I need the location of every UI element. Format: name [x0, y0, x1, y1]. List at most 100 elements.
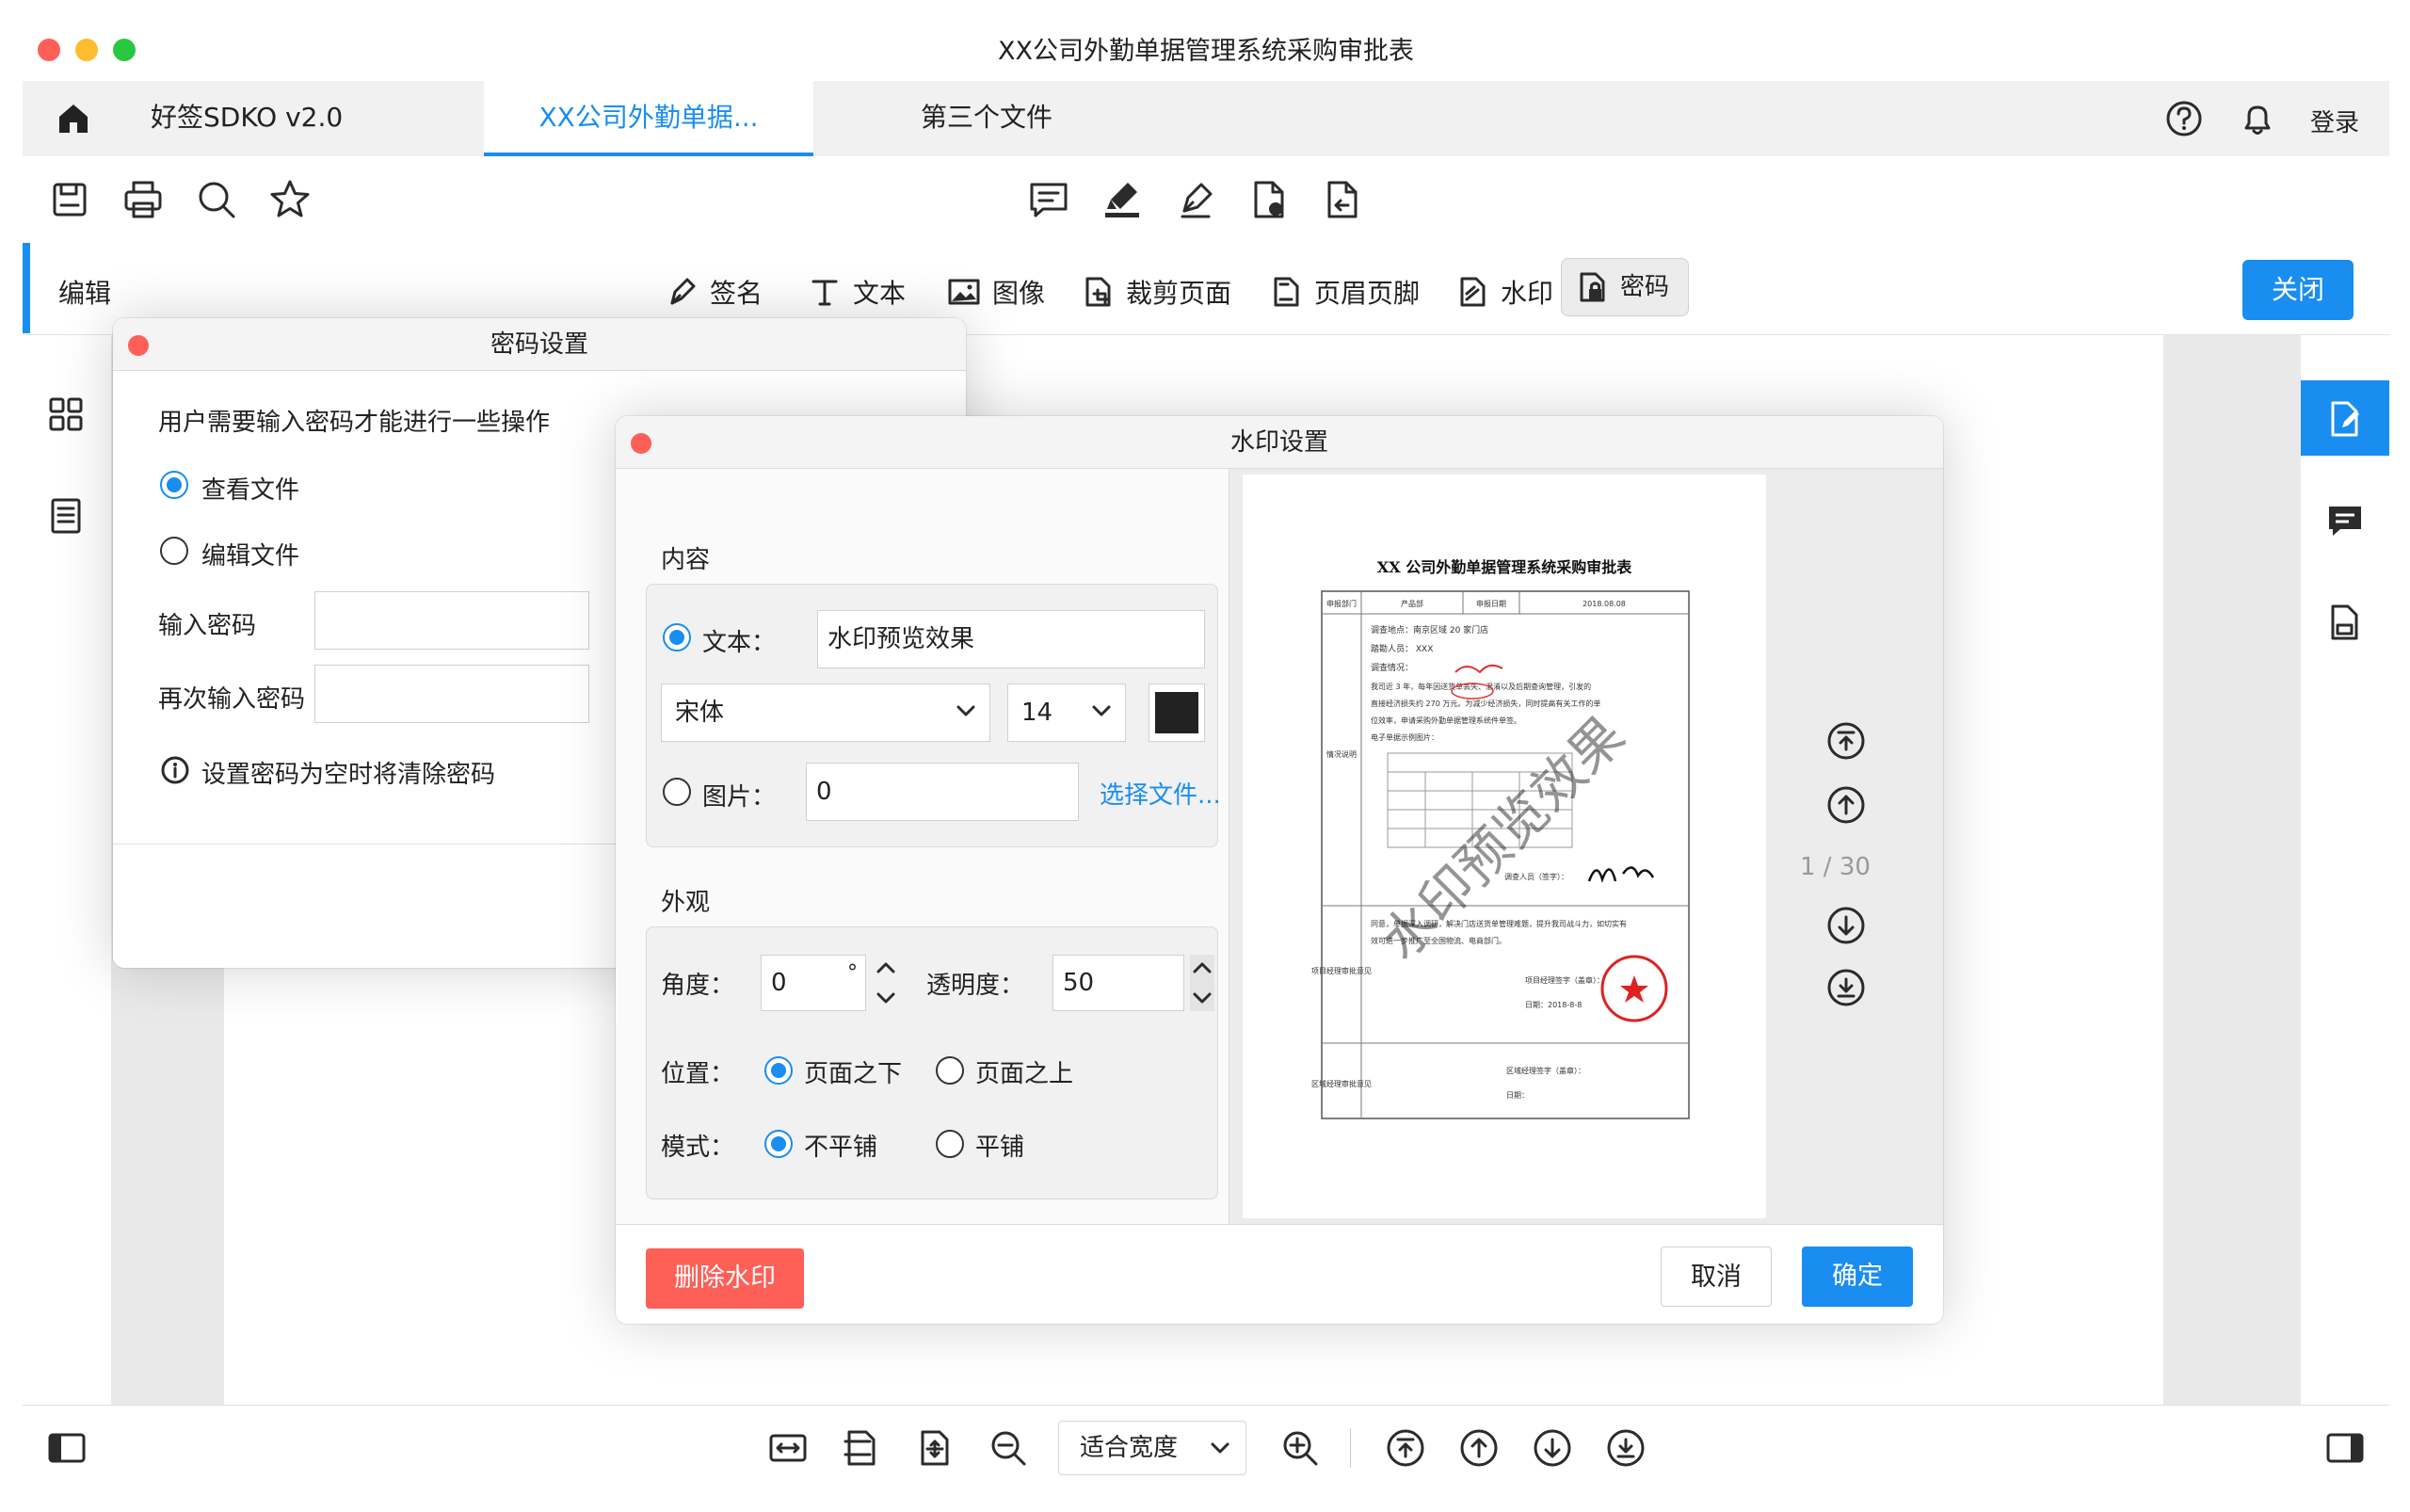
angle-label: 角度：	[661, 972, 735, 1000]
tab-document-3[interactable]: 第三个文件	[921, 81, 1128, 156]
highlighter-icon[interactable]	[1100, 177, 1145, 222]
font-size-value: 14	[1021, 699, 1053, 727]
crop-page-icon	[1081, 275, 1115, 309]
position-above-radio[interactable]	[936, 1056, 964, 1085]
font-size-select[interactable]: 14	[1007, 684, 1126, 742]
watermark-text-input[interactable]: 水印预览效果	[817, 610, 1205, 668]
watermark-dialog-title: 水印设置	[616, 416, 1943, 469]
edit-file-radio[interactable]	[160, 537, 188, 565]
tool-header-footer[interactable]: 页眉页脚	[1256, 258, 1433, 326]
zoom-out-icon[interactable]	[988, 1428, 1028, 1468]
image-watermark-radio[interactable]	[663, 778, 691, 806]
view-file-radio[interactable]	[160, 471, 188, 499]
previous-page-icon[interactable]	[1459, 1428, 1499, 1468]
color-picker[interactable]	[1149, 684, 1205, 742]
chevron-down-icon	[1210, 1440, 1230, 1456]
tool-signature[interactable]: 签名	[651, 258, 776, 326]
tool-password[interactable]: 密码	[1561, 258, 1689, 316]
angle-stepper[interactable]	[874, 955, 898, 1011]
print-icon[interactable]	[120, 177, 166, 222]
preview-line: 日期：	[1506, 1091, 1529, 1100]
opacity-label: 透明度：	[926, 972, 1025, 1000]
tool-watermark[interactable]: 水印	[1442, 258, 1566, 326]
close-edit-button[interactable]: 关闭	[2242, 260, 2354, 320]
document-export-icon[interactable]	[1320, 177, 1365, 222]
star-icon[interactable]	[267, 177, 313, 222]
preview-line: 踏勘人员： XXX	[1371, 643, 1433, 654]
tab-label: 第三个文件	[921, 102, 1053, 133]
angle-input[interactable]: 0 °	[761, 955, 866, 1011]
confirm-password-input[interactable]	[314, 665, 589, 723]
tab-label: XX公司外勤单据...	[538, 102, 759, 133]
next-page-icon[interactable]	[1826, 906, 1866, 945]
search-icon[interactable]	[194, 177, 239, 222]
zoom-in-icon[interactable]	[1280, 1428, 1320, 1468]
toggle-left-panel-icon[interactable]	[47, 1428, 87, 1468]
watermark-dialog-close-button[interactable]	[631, 433, 651, 454]
choose-file-link[interactable]: 选择文件...	[1100, 776, 1221, 811]
help-icon[interactable]	[2165, 100, 2203, 137]
opacity-stepper[interactable]	[1190, 955, 1214, 1011]
login-link[interactable]: 登录	[2310, 104, 2359, 138]
pen-icon[interactable]	[1173, 177, 1218, 222]
bell-icon[interactable]	[2239, 100, 2276, 137]
preview-line: 调查情况：	[1371, 662, 1413, 673]
file-panel-icon[interactable]	[2325, 603, 2365, 642]
ok-button[interactable]: 确定	[1802, 1247, 1913, 1307]
view-file-label: 查看文件	[201, 476, 300, 505]
mode-no-tile-radio[interactable]	[764, 1130, 793, 1158]
tool-image[interactable]: 图像	[934, 258, 1058, 326]
preview-cell: 区域经理审批意见	[1311, 1079, 1372, 1088]
tool-text[interactable]: 文本	[795, 258, 919, 326]
tab-document-2[interactable]: XX公司外勤单据...	[484, 81, 813, 156]
first-page-icon[interactable]	[1386, 1428, 1425, 1468]
comment-icon[interactable]	[1026, 177, 1071, 222]
watermark-overlay: 水印预览效果	[1370, 705, 1637, 973]
document-stamp-icon[interactable]	[1246, 177, 1292, 222]
comment-panel-icon[interactable]	[2325, 501, 2365, 540]
opacity-input[interactable]: 50	[1052, 955, 1184, 1011]
last-page-icon[interactable]	[1606, 1428, 1646, 1468]
delete-watermark-button[interactable]: 删除水印	[646, 1248, 804, 1309]
text-T-icon	[808, 275, 842, 309]
image-path-input[interactable]: 0	[806, 763, 1079, 821]
preview-cell: 情况说明	[1326, 749, 1357, 759]
toggle-right-panel-icon[interactable]	[2325, 1428, 2365, 1468]
edit-document-icon	[2325, 399, 2365, 439]
preview-line: 电子单据示例图片：	[1371, 732, 1438, 742]
degree-unit: °	[847, 961, 858, 985]
password-description: 用户需要输入密码才能进行一些操作	[158, 409, 551, 437]
preview-line: 调查地点：南京区域 20 家门店	[1371, 624, 1488, 635]
fit-height-icon[interactable]	[842, 1428, 881, 1468]
preview-cell: 2018.08.08	[1583, 600, 1626, 608]
mode-tile-radio[interactable]	[936, 1130, 964, 1158]
tool-label: 页眉页脚	[1314, 278, 1421, 309]
content-section-label: 内容	[661, 546, 711, 574]
position-below-radio[interactable]	[764, 1056, 793, 1085]
edit-bar-title: 编辑	[58, 278, 112, 309]
tab-document-1[interactable]: 好签SDKO v2.0技...	[151, 81, 386, 206]
save-icon[interactable]	[47, 177, 92, 222]
edit-panel-button[interactable]	[2301, 380, 2389, 456]
previous-page-icon[interactable]	[1826, 785, 1866, 825]
text-watermark-radio[interactable]	[663, 623, 691, 651]
image-icon	[947, 275, 981, 309]
preview-line: 区域经理签字（盖章）：	[1506, 1066, 1585, 1075]
password-input[interactable]	[314, 591, 589, 650]
last-page-icon[interactable]	[1826, 968, 1866, 1007]
thumbnails-icon[interactable]	[47, 395, 85, 433]
fit-page-icon[interactable]	[915, 1428, 955, 1468]
outline-icon[interactable]	[47, 497, 85, 535]
color-swatch	[1155, 692, 1198, 733]
preview-line: 调查人员（签字）：	[1504, 872, 1568, 881]
cancel-button[interactable]: 取消	[1661, 1247, 1772, 1307]
password-dialog-close-button[interactable]	[128, 335, 149, 356]
first-page-icon[interactable]	[1826, 721, 1866, 761]
home-icon[interactable]	[56, 102, 90, 136]
zoom-select[interactable]: 适合宽度	[1058, 1421, 1246, 1475]
font-select[interactable]: 宋体	[661, 684, 990, 742]
confirm-password-label: 再次输入密码	[158, 685, 306, 714]
tool-crop-page[interactable]: 裁剪页面	[1068, 258, 1245, 326]
fit-width-icon[interactable]	[768, 1428, 808, 1468]
next-page-icon[interactable]	[1533, 1428, 1572, 1468]
